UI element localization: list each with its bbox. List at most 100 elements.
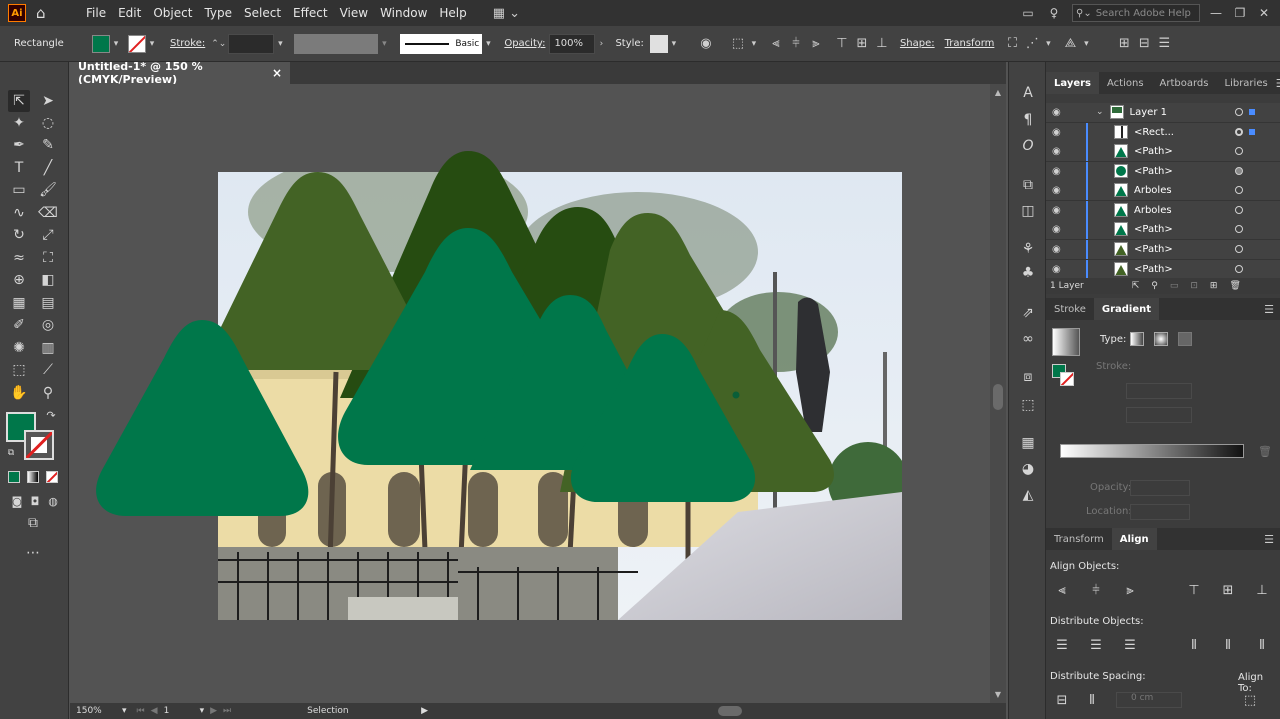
gradient-aspect-field[interactable] [1126,407,1192,423]
scroll-down-icon[interactable]: ▼ [990,690,1006,699]
delete-layer-icon[interactable]: 🗑 [1229,281,1240,291]
sublayer-row[interactable]: ◉ <Path> [1046,161,1280,182]
artboard-dropdown-icon[interactable]: ▾ [200,706,205,716]
symbols-panel-icon[interactable]: ♣ [1017,262,1039,284]
align-vcenter-button[interactable]: ⊞ [1220,583,1236,598]
isolate-icon[interactable]: ⛶ [1002,34,1022,54]
sublayer-row[interactable]: ◉ <Path> [1046,219,1280,240]
visibility-eye-icon[interactable]: ◉ [1052,146,1066,157]
artboards-panel-icon[interactable]: ⬚ [1017,394,1039,416]
distribute-right-button[interactable]: ⦀ [1254,638,1270,653]
tab-stroke[interactable]: Stroke [1046,298,1094,320]
visibility-eye-icon[interactable]: ◉ [1052,185,1066,196]
distribute-hcenter-button[interactable]: ⦀ [1220,638,1236,653]
layer-row[interactable]: ◉ ⌄ Layer 1 [1046,103,1280,123]
sublayer-name[interactable]: Arboles [1134,205,1184,216]
layers-panel-menu-icon[interactable]: ☰ [1276,77,1280,90]
align-hcenter-button[interactable]: ⫩ [1088,583,1104,598]
sublayer-name[interactable]: <Path> [1134,244,1184,255]
distribute-left-button[interactable]: ⦀ [1186,638,1202,653]
align-top-button[interactable]: ⊤ [1186,583,1202,598]
visibility-eye-icon[interactable]: ◉ [1052,107,1066,118]
brushes-panel-icon[interactable]: ⚘ [1017,238,1039,260]
sublayer-name[interactable]: <Path> [1134,166,1184,177]
linear-gradient-button[interactable] [1130,332,1144,346]
tab-libraries[interactable]: Libraries [1217,72,1276,94]
radial-gradient-button[interactable] [1154,332,1168,346]
distribute-bottom-button[interactable]: ☰ [1122,638,1138,653]
tab-gradient[interactable]: Gradient [1093,298,1160,320]
sublayer-row[interactable]: ◉ <Path> [1046,239,1280,260]
align-panel-menu-icon[interactable]: ☰ [1264,533,1274,546]
distribute-icon[interactable]: ⊟ [1134,34,1154,54]
warp-dropdown-icon[interactable]: ▾ [1042,39,1054,49]
sublayer-row[interactable]: ◉ Arboles [1046,180,1280,201]
puppet-warp-icon[interactable]: ⋰ [1022,34,1042,54]
target-circle-icon[interactable] [1235,147,1243,156]
horizontal-distribute-space-button[interactable]: ⦀ [1084,693,1100,708]
align-left-button[interactable]: ⫷ [1054,583,1070,598]
artboard-number-field[interactable]: 1 [164,706,200,716]
pathfinder-panel-icon[interactable]: ◫ [1017,200,1039,222]
new-sublayer-icon[interactable]: ⊡ [1190,281,1198,291]
tab-transform[interactable]: Transform [1046,528,1112,550]
links-panel-icon[interactable]: ∞ [1017,328,1039,350]
expand-chevron-icon[interactable]: ⌄ [1096,107,1104,117]
export-panel-icon[interactable]: ⇗ [1017,302,1039,324]
target-circle-icon[interactable] [1235,128,1243,137]
target-circle-icon[interactable] [1235,108,1243,117]
tab-actions[interactable]: Actions [1099,72,1152,94]
scroll-thumb[interactable] [993,384,1003,410]
target-circle-icon[interactable] [1235,186,1243,195]
status-arrow-icon[interactable]: ▶ [421,706,428,716]
visibility-eye-icon[interactable]: ◉ [1052,127,1066,138]
paragraph-panel-icon[interactable]: ¶ [1017,109,1039,131]
sublayer-name[interactable]: <Rect... [1134,127,1184,138]
freeform-gradient-button[interactable] [1178,332,1192,346]
gradient-slider[interactable] [1060,444,1244,458]
target-circle-icon[interactable] [1235,206,1243,215]
delete-stop-icon[interactable]: 🗑 [1258,445,1272,458]
target-circle-icon[interactable] [1235,265,1243,274]
align-bottom-button[interactable]: ⊥ [1254,583,1270,598]
sublayer-row[interactable]: ◉ <Rect... [1046,122,1280,143]
align-to-selector[interactable]: ⬚ [1242,693,1258,708]
minimize-button[interactable]: — [1206,6,1226,20]
gradient-panel-menu-icon[interactable]: ☰ [1264,303,1274,316]
distribute-top-button[interactable]: ☰ [1054,638,1070,653]
scroll-up-icon[interactable]: ▲ [990,88,1006,97]
export-selected-icon[interactable]: ⇱ [1132,281,1140,291]
visibility-eye-icon[interactable]: ◉ [1052,244,1066,255]
horizontal-scroll-thumb[interactable] [718,706,743,716]
target-circle-icon[interactable] [1235,245,1243,254]
first-artboard-icon[interactable]: ⏮ [137,706,145,716]
arrange-icon[interactable]: ⊞ [1114,34,1134,54]
target-circle-icon[interactable] [1235,167,1243,176]
control-menu-icon[interactable]: ☰ [1154,34,1174,54]
align-right-button[interactable]: ⫸ [1122,583,1138,598]
gradient-preview[interactable] [1052,328,1080,356]
sublayer-name[interactable]: Arboles [1134,185,1184,196]
sublayer-name[interactable]: <Path> [1134,224,1184,235]
sublayer-name[interactable]: <Path> [1134,146,1184,157]
envelope-dropdown-icon[interactable]: ▾ [1080,39,1092,49]
visibility-eye-icon[interactable]: ◉ [1052,264,1066,275]
gradient-stroke-swatch[interactable] [1060,372,1074,386]
gradient-location-field[interactable] [1130,504,1190,520]
zoom-level-field[interactable]: 150% [76,706,122,716]
layer-name[interactable]: Layer 1 [1130,107,1180,118]
lightbulb-icon[interactable]: ♀ [1044,6,1064,20]
next-artboard-icon[interactable]: ▶ [210,706,217,716]
spacing-value-field[interactable]: 0 cm [1116,692,1182,708]
swatches-panel-icon[interactable]: ▦ [1017,432,1039,454]
prev-artboard-icon[interactable]: ◀ [151,706,158,716]
sublayer-row[interactable]: ◉ Arboles [1046,200,1280,221]
last-artboard-icon[interactable]: ⏭ [223,706,231,716]
restore-button[interactable]: ❐ [1230,6,1250,20]
vertical-scrollbar[interactable]: ▲ ▼ [990,84,1006,703]
tab-layers[interactable]: Layers [1046,72,1099,94]
opentype-panel-icon[interactable]: O [1017,135,1039,157]
gradient-angle-field[interactable] [1126,383,1192,399]
gradient-opacity-field[interactable] [1130,480,1190,496]
target-circle-icon[interactable] [1235,225,1243,234]
